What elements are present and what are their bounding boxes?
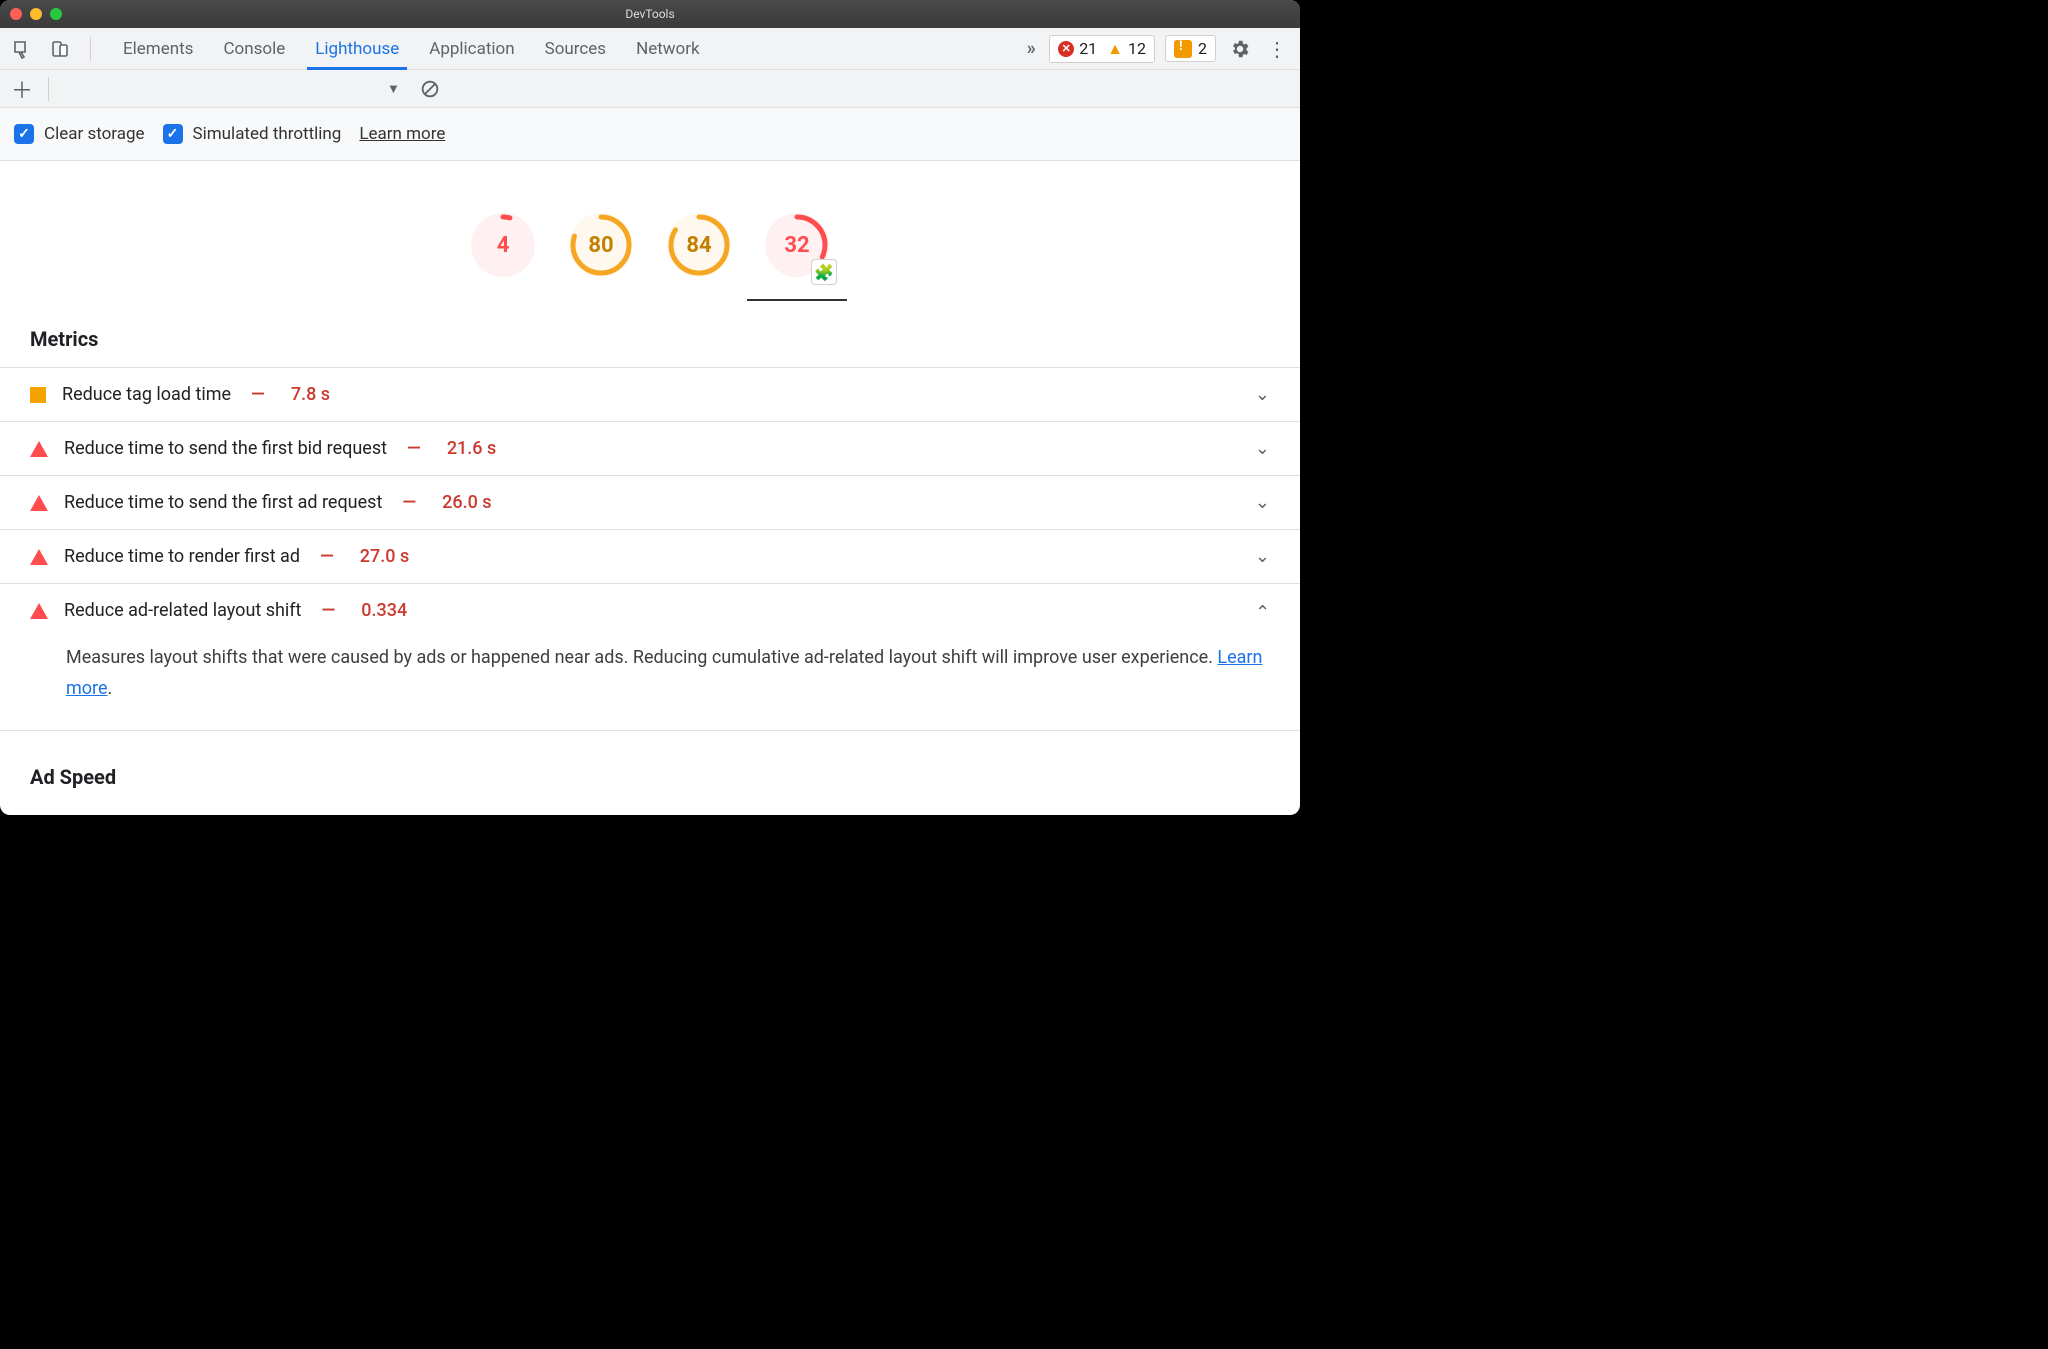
simulated-throttling-checkbox[interactable]: Simulated throttling — [163, 124, 342, 144]
score-value: 84 — [667, 213, 731, 277]
select-element-icon[interactable] — [8, 35, 36, 63]
new-report-button[interactable]: ＋ — [8, 73, 36, 105]
device-toolbar-icon[interactable] — [46, 35, 74, 63]
tab-lighthouse[interactable]: Lighthouse — [313, 31, 401, 67]
plugin-puzzle-icon: 🧩 — [811, 259, 837, 285]
separator — [48, 77, 49, 101]
checkbox-checked-icon — [14, 124, 34, 144]
score-value: 80 — [569, 213, 633, 277]
titlebar: DevTools — [0, 0, 1300, 28]
learn-more-link[interactable]: Learn more — [359, 124, 445, 144]
metric-value: 27.0 s — [360, 546, 409, 567]
metric-title: Reduce tag load time — [62, 384, 231, 405]
panel-tabs: Elements Console Lighthouse Application Sour… — [111, 31, 1013, 67]
tab-application[interactable]: Application — [427, 31, 516, 67]
issues-badge[interactable]: 2 — [1165, 35, 1216, 62]
score-gauge-3[interactable]: 32🧩 — [765, 213, 829, 277]
triangle-fail-icon — [30, 495, 48, 511]
window-title: DevTools — [0, 7, 1300, 21]
metric-title: Reduce time to render first ad — [64, 546, 300, 567]
metric-title: Reduce time to send the first bid reques… — [64, 438, 387, 459]
dropdown-caret-icon[interactable]: ▼ — [387, 81, 400, 97]
warnings-count: ▲ 12 — [1107, 39, 1146, 59]
clear-storage-label: Clear storage — [44, 124, 145, 144]
metric-row[interactable]: Reduce time to send the first ad request… — [0, 475, 1300, 529]
more-menu-icon[interactable]: ⋮ — [1264, 35, 1292, 63]
tab-console[interactable]: Console — [221, 31, 287, 67]
clear-storage-checkbox[interactable]: Clear storage — [14, 124, 145, 144]
tab-sources[interactable]: Sources — [543, 31, 608, 67]
more-tabs-icon[interactable]: » — [1017, 35, 1045, 63]
metric-row[interactable]: Reduce tag load time — 7.8 s ⌄ — [0, 367, 1300, 421]
triangle-fail-icon — [30, 549, 48, 565]
chevron-down-icon: ⌄ — [1255, 546, 1270, 567]
score-value: 4 — [471, 213, 535, 277]
tab-network[interactable]: Network — [634, 31, 702, 67]
issues-icon — [1174, 40, 1192, 58]
settings-row: Clear storage Simulated throttling Learn… — [0, 108, 1300, 161]
metric-row[interactable]: Reduce time to send the first bid reques… — [0, 421, 1300, 475]
devtools-tabbar: Elements Console Lighthouse Application Sour… — [0, 28, 1300, 70]
tab-elements[interactable]: Elements — [121, 31, 195, 67]
errors-value: 21 — [1079, 39, 1097, 58]
metric-learn-more-link[interactable]: Learn more — [66, 647, 1262, 699]
metric-value: 26.0 s — [442, 492, 491, 513]
metrics-list: Reduce tag load time—7.8 s⌄Reduce time t… — [0, 367, 1300, 731]
metric-value: 0.334 — [361, 600, 407, 621]
report-content: 4 80 84 32🧩 Metrics Reduce tag load time — 7.… — [0, 161, 1300, 815]
dash: — — [321, 600, 335, 621]
warnings-value: 12 — [1128, 39, 1146, 58]
checkbox-checked-icon — [163, 124, 183, 144]
square-warning-icon — [30, 387, 46, 403]
lighthouse-toolbar: ＋ ▼ — [0, 70, 1300, 108]
triangle-fail-icon — [30, 603, 48, 619]
clear-icon[interactable] — [416, 75, 444, 103]
chevron-down-icon: ⌄ — [1255, 492, 1270, 513]
errors-count: ✕ 21 — [1058, 39, 1097, 58]
devtools-window: DevTools Elements Console Lighthouse Applic… — [0, 0, 1300, 815]
inspect-tools — [8, 35, 107, 63]
metric-row[interactable]: Reduce time to render first ad — 27.0 s ⌄ — [0, 529, 1300, 583]
score-gauge-0[interactable]: 4 — [471, 213, 535, 277]
score-gauge-2[interactable]: 84 — [667, 213, 731, 277]
chevron-down-icon: ⌄ — [1255, 600, 1270, 621]
warning-icon: ▲ — [1107, 39, 1123, 59]
settings-gear-icon[interactable] — [1226, 35, 1254, 63]
metric-value: 7.8 s — [291, 384, 330, 405]
metric-value: 21.6 s — [447, 438, 496, 459]
chevron-down-icon: ⌄ — [1255, 438, 1270, 459]
tabbar-right: ✕ 21 ▲ 12 2 ⋮ — [1049, 35, 1292, 63]
ad-speed-heading: Ad Speed — [0, 731, 1300, 805]
metric-description: Measures layout shifts that were caused … — [0, 637, 1300, 731]
dash: — — [407, 438, 421, 459]
separator — [90, 37, 91, 61]
dash: — — [320, 546, 334, 567]
metrics-heading: Metrics — [0, 327, 1300, 367]
metric-title: Reduce time to send the first ad request — [64, 492, 382, 513]
chevron-down-icon: ⌄ — [1255, 384, 1270, 405]
metric-row[interactable]: Reduce ad-related layout shift — 0.334 ⌄ — [0, 583, 1300, 637]
metric-title: Reduce ad-related layout shift — [64, 600, 301, 621]
dash: — — [251, 384, 265, 405]
triangle-fail-icon — [30, 441, 48, 457]
issues-value: 2 — [1198, 39, 1207, 58]
score-gauge-1[interactable]: 80 — [569, 213, 633, 277]
score-gauges: 4 80 84 32🧩 — [0, 185, 1300, 327]
error-icon: ✕ — [1058, 41, 1074, 57]
dash: — — [402, 492, 416, 513]
simulated-throttling-label: Simulated throttling — [193, 124, 342, 144]
console-badge[interactable]: ✕ 21 ▲ 12 — [1049, 35, 1155, 63]
